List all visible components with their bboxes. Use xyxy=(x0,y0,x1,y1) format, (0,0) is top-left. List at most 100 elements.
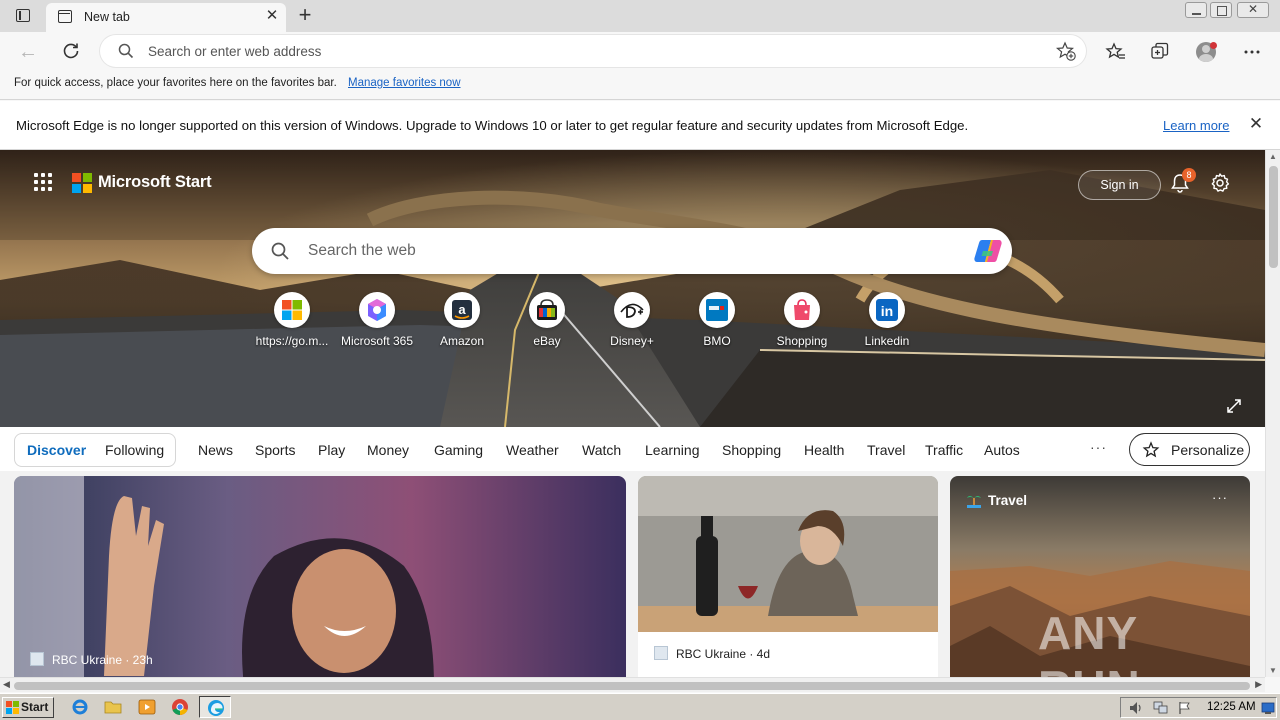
favorites-bar: For quick access, place your favorites h… xyxy=(0,70,1280,100)
copilot-icon[interactable] xyxy=(972,236,1004,266)
nav-item[interactable]: Traffic xyxy=(925,442,963,458)
web-search-input[interactable] xyxy=(308,241,948,261)
sparkle-star-icon xyxy=(1142,441,1160,458)
nav-item[interactable]: Travel xyxy=(867,442,905,458)
more-horizontal-icon xyxy=(1244,50,1260,54)
clock[interactable]: 12:25 AM xyxy=(1207,701,1256,713)
quick-link-tile[interactable]: Shopping xyxy=(760,292,844,352)
start-page: Microsoft Start Sign in 8 https://go.m..… xyxy=(0,150,1265,677)
infobar-close-icon[interactable]: ✕ xyxy=(1247,115,1265,133)
nav-item[interactable]: Learning xyxy=(645,442,700,458)
address-input[interactable] xyxy=(148,42,1028,60)
add-favorite-icon[interactable] xyxy=(1055,40,1077,62)
back-button[interactable]: ← xyxy=(17,41,39,63)
scroll-left-icon[interactable]: ◀ xyxy=(3,679,10,690)
nav-item[interactable]: Sports xyxy=(255,442,295,458)
quick-link-label: BMO xyxy=(703,334,731,348)
chrome-icon[interactable] xyxy=(171,698,189,716)
sign-in-button[interactable]: Sign in xyxy=(1078,170,1161,200)
travel-palm-icon xyxy=(966,492,982,508)
nav-item[interactable]: Weather xyxy=(506,442,559,458)
refresh-icon xyxy=(63,43,79,59)
hero-background: Microsoft Start Sign in 8 https://go.m..… xyxy=(0,150,1265,427)
scroll-up-icon[interactable]: ▲ xyxy=(1269,152,1277,161)
vertical-scrollbar[interactable]: ▲ ▼ xyxy=(1265,150,1280,677)
disney-plus-icon xyxy=(620,303,644,318)
scroll-thumb[interactable] xyxy=(14,682,1250,690)
volume-icon[interactable] xyxy=(1129,701,1145,715)
nav-more-button[interactable]: ··· xyxy=(1090,439,1107,455)
learn-more-link[interactable]: Learn more xyxy=(1163,118,1229,133)
close-tab-icon[interactable]: ✕ xyxy=(264,8,280,24)
feed-mode-switch: Discover Following xyxy=(14,433,176,467)
card-more-button[interactable]: ··· xyxy=(1212,490,1228,505)
network-icon[interactable] xyxy=(1153,701,1169,715)
minimize-button[interactable] xyxy=(1185,2,1207,18)
tab-actions-button[interactable] xyxy=(12,7,34,25)
refresh-button[interactable] xyxy=(60,41,82,63)
new-tab-button[interactable]: + xyxy=(294,4,316,27)
microsoft-logo-icon[interactable] xyxy=(72,173,92,193)
expand-background-icon[interactable] xyxy=(1226,398,1242,414)
favorites-bar-text: For quick access, place your favorites h… xyxy=(14,77,337,89)
news-card-mid[interactable]: RBC Ukraine · 4d xyxy=(638,476,938,677)
quick-link-tile[interactable]: BMO xyxy=(675,292,759,352)
media-player-icon[interactable] xyxy=(138,698,156,716)
show-desktop-icon[interactable] xyxy=(1261,701,1275,715)
personalize-label: Personalize xyxy=(1171,442,1245,458)
nav-item[interactable]: Autos xyxy=(984,442,1020,458)
app-launcher-button[interactable] xyxy=(34,173,54,193)
tab-new-tab[interactable]: New tab ✕ xyxy=(46,3,286,32)
quick-link-tile[interactable]: https://go.m... xyxy=(250,292,334,352)
ebay-icon xyxy=(537,299,557,320)
collections-button[interactable] xyxy=(1149,41,1171,63)
folder-icon[interactable] xyxy=(104,698,122,716)
quick-link-label: Linkedin xyxy=(864,334,910,348)
quick-link-tile[interactable]: Microsoft 365 xyxy=(335,292,419,352)
brand-title[interactable]: Microsoft Start xyxy=(98,173,212,192)
tab-following[interactable]: Following xyxy=(105,442,164,458)
quick-link-tile[interactable]: a Amazon xyxy=(420,292,504,352)
system-tray: 12:25 AM xyxy=(1120,697,1277,718)
scroll-down-icon[interactable]: ▼ xyxy=(1269,666,1277,675)
news-card-main[interactable]: RBC Ukraine · 23h xyxy=(14,476,626,677)
edge-taskbar-button[interactable] xyxy=(199,696,231,718)
travel-card[interactable]: Travel ··· ANY RUN xyxy=(950,476,1250,677)
settings-more-button[interactable] xyxy=(1241,41,1263,63)
web-search-box[interactable] xyxy=(252,228,1012,274)
personalize-button[interactable]: Personalize xyxy=(1129,433,1250,466)
nav-item[interactable]: News xyxy=(198,442,233,458)
tab-discover[interactable]: Discover xyxy=(27,442,86,458)
scroll-right-icon[interactable]: ▶ xyxy=(1255,679,1262,690)
quick-link-tile[interactable]: Disney+ xyxy=(590,292,674,352)
action-center-flag-icon[interactable] xyxy=(1177,701,1193,715)
window-close-button[interactable] xyxy=(1237,2,1269,18)
notification-count-badge: 8 xyxy=(1182,168,1196,182)
profile-button[interactable] xyxy=(1195,41,1217,63)
quick-link-label: Amazon xyxy=(439,334,485,348)
nav-item[interactable]: Watch xyxy=(582,442,621,458)
nav-item[interactable]: Gaming xyxy=(434,442,483,458)
nav-item[interactable]: Health xyxy=(804,442,844,458)
internet-explorer-icon[interactable] xyxy=(71,698,89,716)
nav-item[interactable]: Play xyxy=(318,442,345,458)
restore-button[interactable] xyxy=(1210,2,1232,18)
favorites-button[interactable] xyxy=(1105,41,1127,63)
nav-item[interactable]: Shopping xyxy=(722,442,781,458)
horizontal-scrollbar[interactable]: ◀ ▶ xyxy=(0,677,1265,692)
nav-item[interactable]: Money xyxy=(367,442,409,458)
infobar-message: Microsoft Edge is no longer supported on… xyxy=(16,118,969,133)
start-button[interactable]: Start xyxy=(2,697,54,718)
gear-icon[interactable] xyxy=(1209,172,1231,194)
feed-navigation: Discover Following News Sports Play Mone… xyxy=(0,427,1265,471)
address-bar[interactable] xyxy=(100,35,1086,67)
amazon-icon: a xyxy=(452,300,472,320)
quick-link-tile[interactable]: eBay xyxy=(505,292,589,352)
shopping-bag-icon xyxy=(794,299,810,320)
quick-link-tile[interactable]: in Linkedin xyxy=(845,292,929,352)
scroll-thumb[interactable] xyxy=(1269,166,1278,268)
microsoft-365-icon xyxy=(368,299,386,321)
manage-favorites-link[interactable]: Manage favorites now xyxy=(348,77,461,89)
quick-link-label: https://go.m... xyxy=(255,334,329,348)
bmo-icon xyxy=(706,299,728,321)
